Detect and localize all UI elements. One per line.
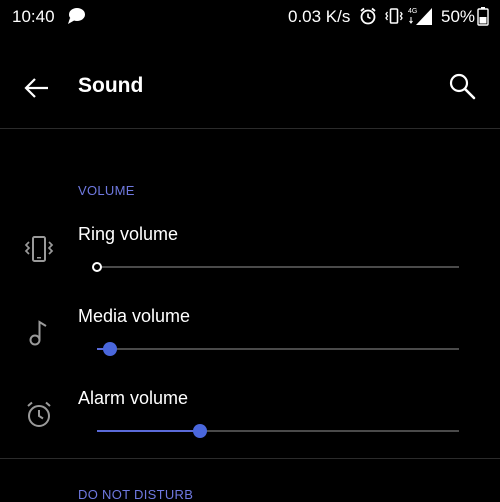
cell-signal-icon: 4G [408,5,434,27]
app-bar-divider [0,128,500,129]
network-speed: 0.03 K/s [288,7,351,26]
section-header-volume: VOLUME [78,183,135,198]
ring-volume-label: Ring volume [78,224,179,244]
battery-percentage: 50% [441,7,476,26]
search-icon [449,73,476,100]
svg-text:4G: 4G [408,8,417,15]
section-divider [0,458,500,459]
back-button[interactable] [18,70,54,106]
alarm-volume-fill [97,430,201,432]
alarm-volume-slider[interactable] [97,421,459,441]
battery-icon [477,6,489,26]
alarm-volume-thumb[interactable] [193,424,208,438]
status-bar: 10:40 0.03 K/s 4G 50% [0,0,500,34]
vibrate-icon [22,232,56,266]
music-note-icon [22,316,56,350]
status-time: 10:40 [12,7,55,26]
media-volume-track [97,348,459,350]
ring-volume-slider[interactable] [92,257,459,277]
chat-notification-icon [66,6,86,26]
ring-volume-track [97,266,459,268]
page-title: Sound [78,74,144,97]
ring-volume-thumb[interactable] [92,262,102,272]
app-bar: Sound [0,56,500,118]
back-arrow-icon [24,78,48,98]
media-volume-slider[interactable] [97,339,459,359]
alarm-status-icon [358,6,378,26]
alarm-volume-label: Alarm volume [78,388,189,408]
alarm-icon [22,398,56,432]
vibrate-status-icon [384,6,404,26]
search-button[interactable] [444,68,482,106]
media-volume-label: Media volume [78,306,191,326]
media-volume-thumb[interactable] [102,342,117,356]
